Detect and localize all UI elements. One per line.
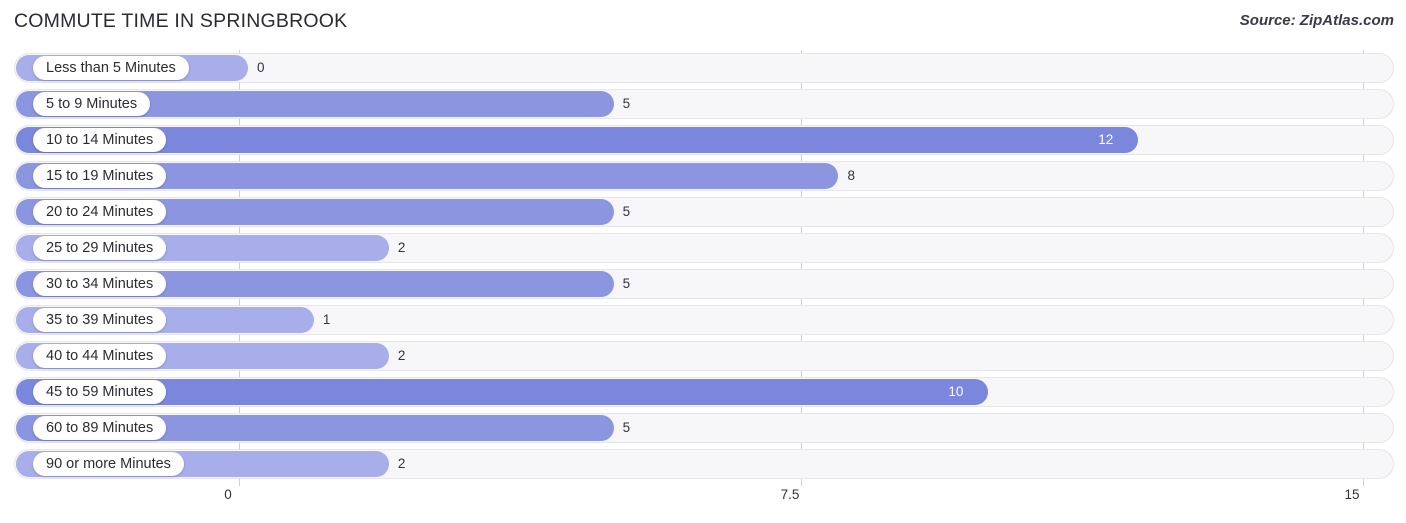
bar-value-label: 2 bbox=[397, 456, 406, 471]
bar-value-label: 0 bbox=[257, 60, 265, 75]
table-row[interactable]: 12 10 to 14 Minutes bbox=[0, 125, 1406, 155]
category-label: Less than 5 Minutes bbox=[33, 56, 189, 80]
table-row[interactable]: 2 40 to 44 Minutes bbox=[0, 341, 1406, 371]
x-tick-label: 0 bbox=[224, 487, 232, 502]
bar-value-label: 5 bbox=[622, 420, 631, 435]
category-label: 90 or more Minutes bbox=[33, 452, 184, 476]
bar[interactable] bbox=[16, 127, 1139, 153]
bar-value-label: 2 bbox=[397, 348, 406, 363]
table-row[interactable]: 1 35 to 39 Minutes bbox=[0, 305, 1406, 335]
bar-value-label: 5 bbox=[622, 96, 631, 111]
table-row[interactable]: 5 20 to 24 Minutes bbox=[0, 197, 1406, 227]
table-row[interactable]: 2 25 to 29 Minutes bbox=[0, 233, 1406, 263]
table-row[interactable]: 0 Less than 5 Minutes bbox=[0, 53, 1406, 83]
table-row[interactable]: 5 5 to 9 Minutes bbox=[0, 89, 1406, 119]
bar-value-label: 10 bbox=[948, 384, 964, 399]
category-label: 45 to 59 Minutes bbox=[33, 380, 167, 404]
table-row[interactable]: 5 30 to 34 Minutes bbox=[0, 269, 1406, 299]
category-label: 15 to 19 Minutes bbox=[33, 164, 167, 188]
bar-value-label: 2 bbox=[397, 240, 406, 255]
bar-value-label: 12 bbox=[1098, 132, 1114, 147]
category-label: 10 to 14 Minutes bbox=[33, 128, 167, 152]
x-tick-label: 7.5 bbox=[780, 487, 800, 502]
table-row[interactable]: 10 45 to 59 Minutes bbox=[0, 377, 1406, 407]
category-label: 20 to 24 Minutes bbox=[33, 200, 167, 224]
table-row[interactable]: 8 15 to 19 Minutes bbox=[0, 161, 1406, 191]
category-label: 30 to 34 Minutes bbox=[33, 272, 167, 296]
category-label: 35 to 39 Minutes bbox=[33, 308, 167, 332]
category-label: 40 to 44 Minutes bbox=[33, 344, 167, 368]
source-attribution: Source: ZipAtlas.com bbox=[1239, 12, 1394, 29]
table-row[interactable]: 2 90 or more Minutes bbox=[0, 449, 1406, 479]
chart-plot-area: 0 Less than 5 Minutes 5 5 to 9 Minutes 12 10 … bbox=[0, 45, 1406, 486]
x-tick-label: 15 bbox=[1344, 487, 1360, 502]
category-label: 25 to 29 Minutes bbox=[33, 236, 167, 260]
bar-value-label: 8 bbox=[847, 168, 855, 183]
table-row[interactable]: 5 60 to 89 Minutes bbox=[0, 413, 1406, 443]
bar-value-label: 1 bbox=[322, 312, 331, 327]
chart-header: COMMUTE TIME IN SPRINGBROOK Source: ZipA… bbox=[0, 0, 1406, 45]
category-label: 5 to 9 Minutes bbox=[33, 92, 151, 116]
x-axis: 0 7.5 15 bbox=[0, 485, 1406, 523]
category-label: 60 to 89 Minutes bbox=[33, 416, 167, 440]
bar-value-label: 5 bbox=[622, 204, 631, 219]
page-title: COMMUTE TIME IN SPRINGBROOK bbox=[14, 10, 348, 32]
bar-value-label: 5 bbox=[622, 276, 631, 291]
